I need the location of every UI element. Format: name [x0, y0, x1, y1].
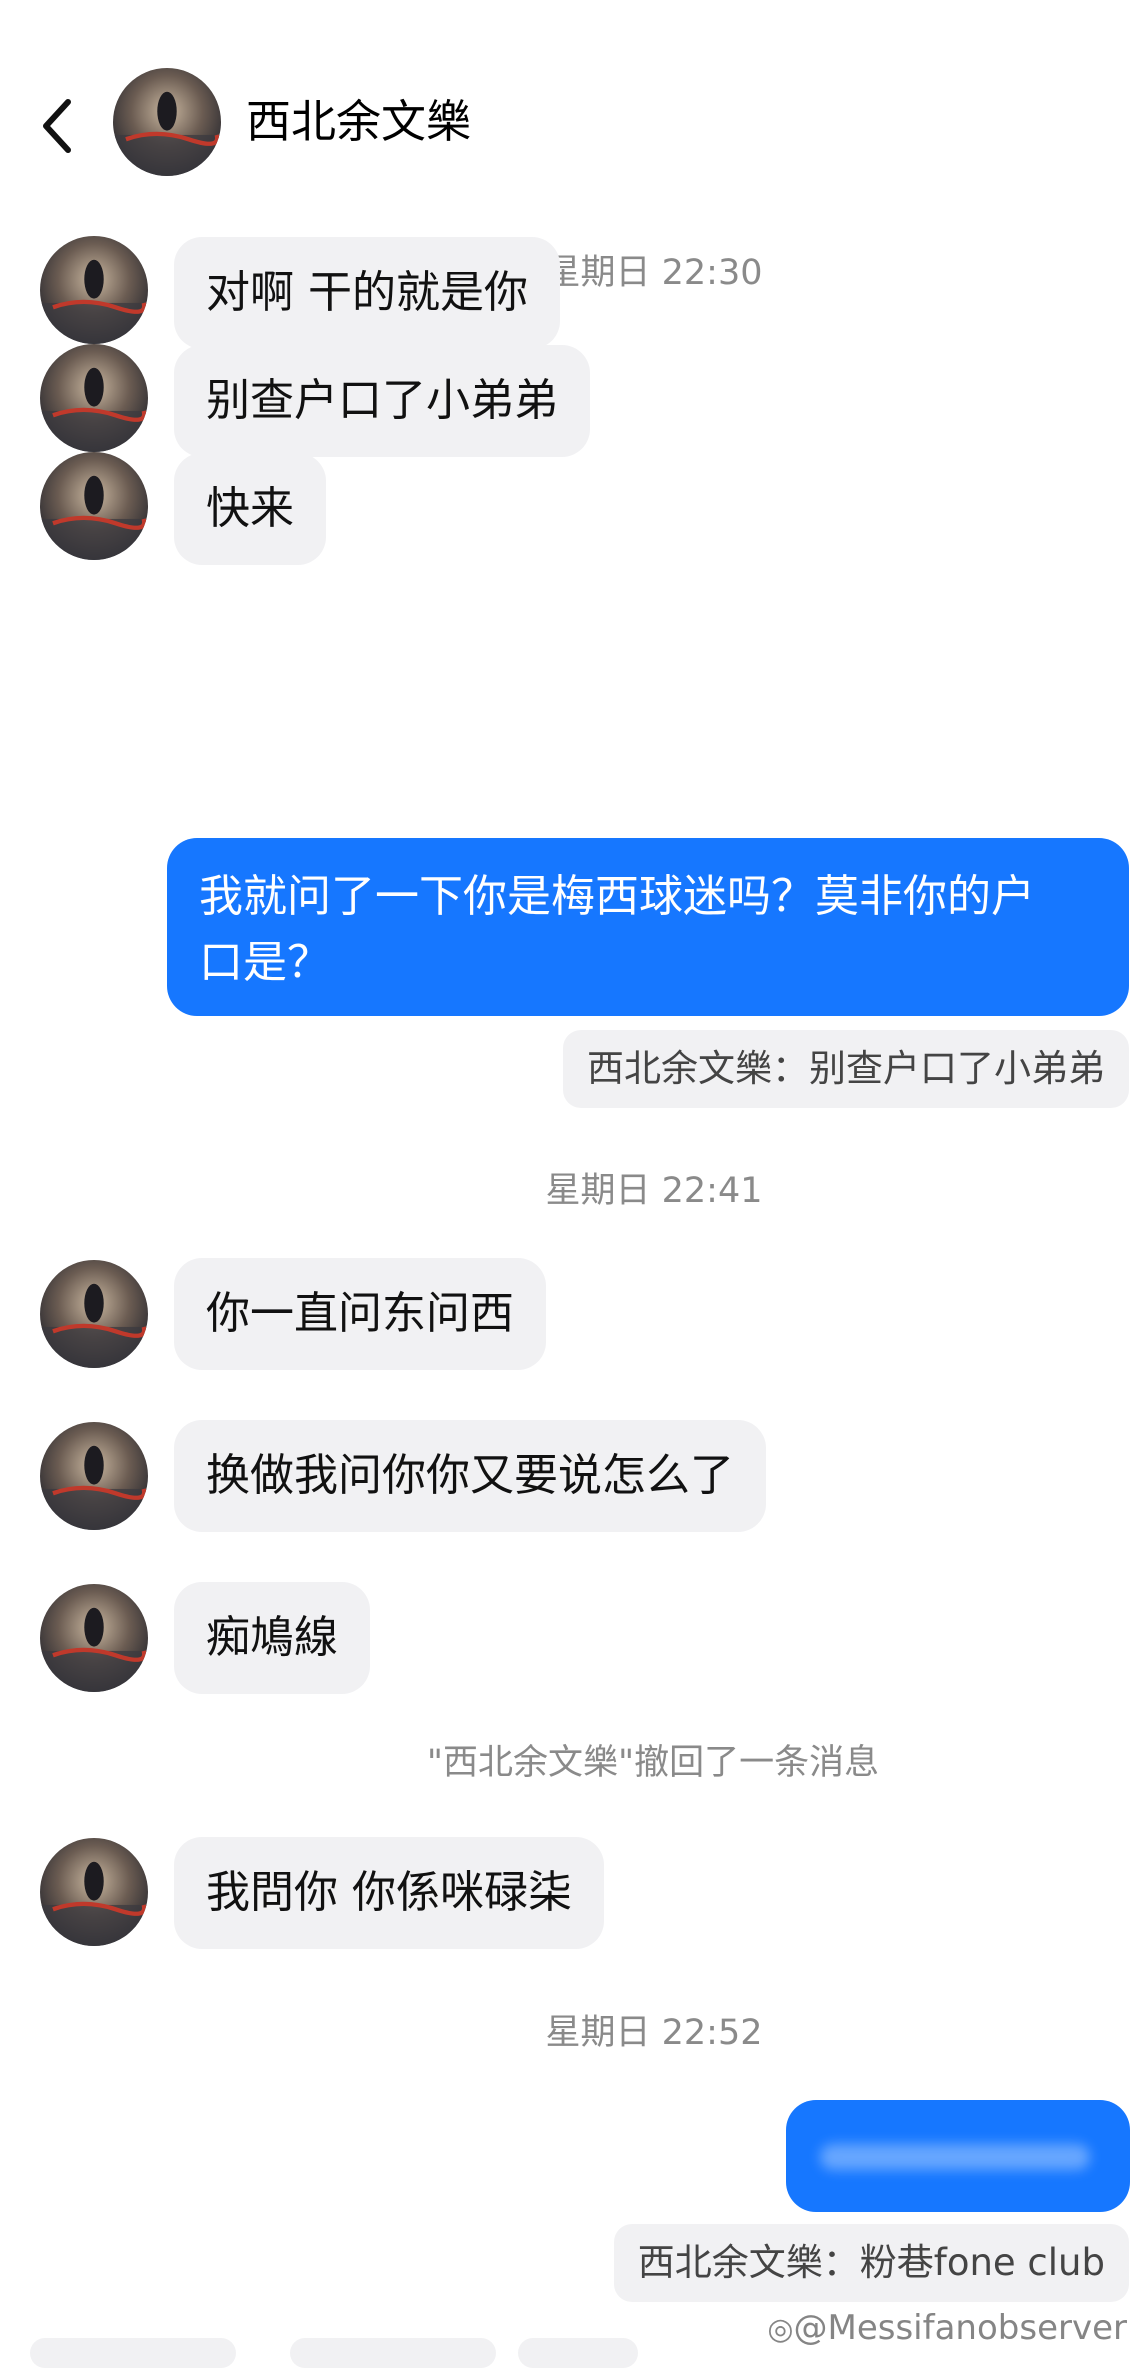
quoted-reply[interactable]: 西北余文樂：别查户口了小弟弟: [563, 1030, 1129, 1108]
avatar[interactable]: [113, 68, 221, 176]
outgoing-message-bubble[interactable]: 我就问了一下你是梅西球迷吗？莫非你的户 口是？: [167, 838, 1129, 1016]
timestamp: 星期日 22:41: [545, 1171, 763, 1211]
avatar[interactable]: [40, 344, 148, 452]
message-line: 口是？: [199, 937, 331, 988]
avatar[interactable]: [40, 1584, 148, 1692]
message-bubble[interactable]: 别查户口了小弟弟: [174, 345, 590, 457]
timestamp: 星期日 22:30: [545, 253, 763, 293]
avatar[interactable]: [40, 236, 148, 344]
contact-name: 西北余文樂: [246, 95, 472, 148]
avatar-image: [40, 452, 148, 560]
avatar[interactable]: [40, 1260, 148, 1368]
outgoing-message-bubble[interactable]: [786, 2100, 1130, 2212]
quoted-reply[interactable]: 西北余文樂：粉巷fone club: [613, 2224, 1129, 2302]
avatar[interactable]: [40, 1838, 148, 1946]
quick-reply-chip[interactable]: [30, 2338, 236, 2368]
message-line: 我就问了一下你是梅西球迷吗？莫非你的户: [199, 871, 1035, 922]
avatar-image: [40, 236, 148, 344]
avatar[interactable]: [40, 1422, 148, 1530]
message-bubble[interactable]: 痴鳩線: [174, 1582, 370, 1694]
recall-notice: "西北余文樂"撤回了一条消息: [426, 1743, 880, 1783]
quick-reply-chip[interactable]: [290, 2338, 496, 2368]
timestamp: 星期日 22:52: [545, 2013, 763, 2053]
weibo-icon: ◎: [767, 2312, 794, 2347]
quick-reply-chip[interactable]: [518, 2338, 638, 2368]
blurred-text: [820, 2144, 1090, 2170]
avatar[interactable]: [40, 452, 148, 560]
message-bubble[interactable]: 快来: [174, 453, 326, 565]
avatar-image: [40, 1422, 148, 1530]
avatar-image: [40, 344, 148, 452]
message-bubble[interactable]: 我問你 你係咪碌柒: [174, 1837, 604, 1949]
avatar-image: [40, 1260, 148, 1368]
watermark: ◎@Messifanobserver: [767, 2308, 1127, 2348]
avatar-image: [40, 1838, 148, 1946]
chevron-left-icon: [43, 99, 71, 153]
back-button[interactable]: [38, 96, 78, 156]
message-bubble[interactable]: 换做我问你你又要说怎么了: [174, 1420, 766, 1532]
avatar-image: [40, 1584, 148, 1692]
message-bubble[interactable]: 你一直问东问西: [174, 1258, 546, 1370]
avatar-image: [113, 68, 221, 176]
message-bubble[interactable]: 对啊 干的就是你: [174, 237, 560, 349]
